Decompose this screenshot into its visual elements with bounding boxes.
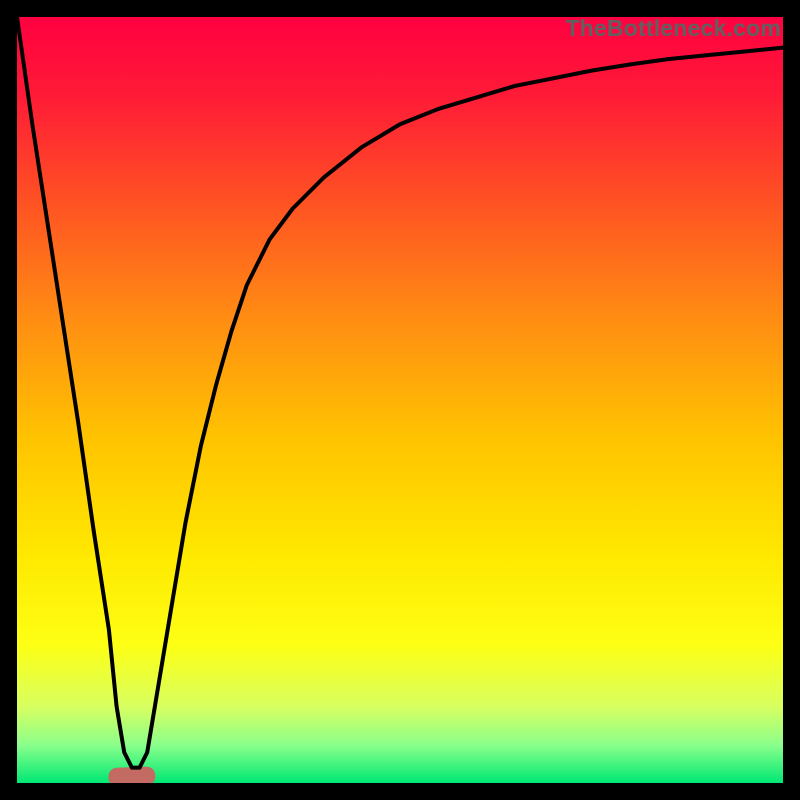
chart-frame: TheBottleneck.com [17, 17, 783, 783]
watermark-text: TheBottleneck.com [565, 15, 781, 42]
gradient-background [17, 17, 783, 783]
bottleneck-chart [17, 17, 783, 783]
